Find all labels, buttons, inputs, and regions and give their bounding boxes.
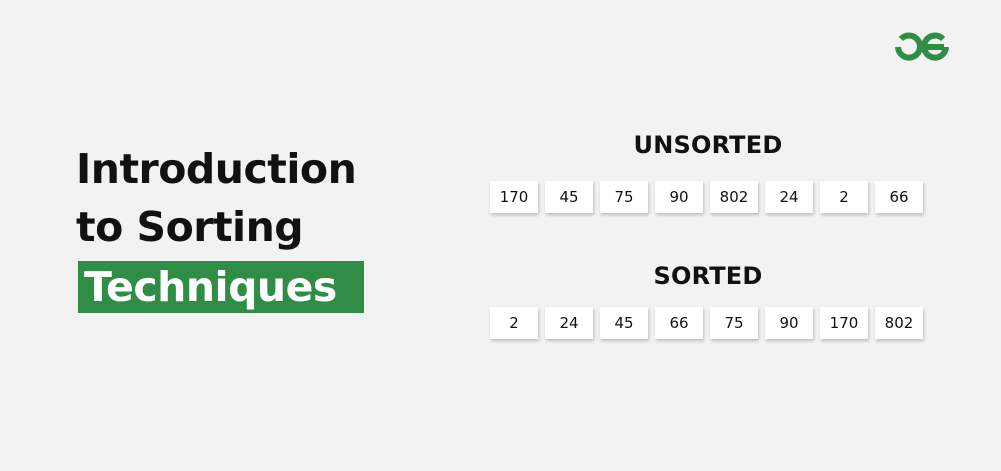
array-cell: 75 (710, 307, 758, 339)
sorted-array: 2 24 45 66 75 90 170 802 (490, 307, 923, 339)
array-cell: 90 (765, 307, 813, 339)
title-highlight: Techniques (78, 261, 364, 313)
array-cell: 45 (545, 181, 593, 213)
unsorted-heading: UNSORTED (633, 131, 783, 159)
diagram-canvas: Introduction to Sorting Techniques UNSOR… (0, 0, 1001, 471)
array-cell: 66 (655, 307, 703, 339)
unsorted-array: 170 45 75 90 802 24 2 66 (490, 181, 923, 213)
array-cell: 24 (765, 181, 813, 213)
sorted-heading: SORTED (653, 262, 763, 290)
title-line-1: Introduction (76, 145, 357, 193)
array-cell: 2 (490, 307, 538, 339)
gfg-logo-icon (895, 32, 949, 61)
array-cell: 802 (875, 307, 923, 339)
array-cell: 170 (490, 181, 538, 213)
array-cell: 802 (710, 181, 758, 213)
array-cell: 66 (875, 181, 923, 213)
array-cell: 45 (600, 307, 648, 339)
array-cell: 24 (545, 307, 593, 339)
title-line-2: to Sorting (76, 203, 304, 251)
array-cell: 2 (820, 181, 868, 213)
array-cell: 75 (600, 181, 648, 213)
array-cell: 170 (820, 307, 868, 339)
page-title: Introduction to Sorting Techniques (76, 140, 364, 313)
array-cell: 90 (655, 181, 703, 213)
